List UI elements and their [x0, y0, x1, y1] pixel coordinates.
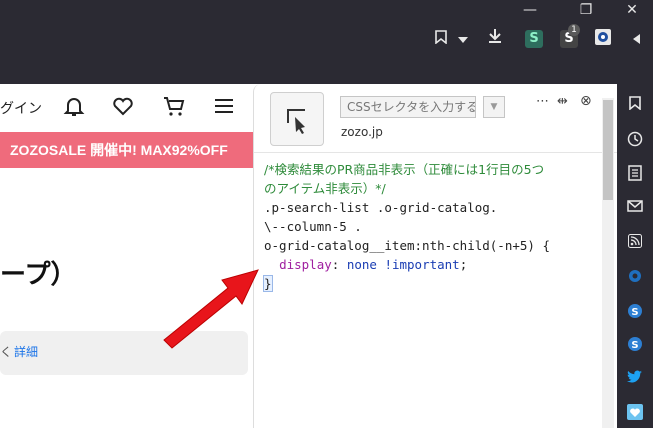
close-panel-icon[interactable]: ⊗	[580, 93, 592, 109]
code-comment-line-2: のアイテム非表示）*/	[264, 181, 386, 196]
code-selector-line-3: o-grid-catalog__item:nth-child(-n+5) {	[264, 238, 550, 253]
code-comment-line-1: /*検索結果のPR商品非表示（正確には1行目の5つ	[264, 162, 545, 177]
selector-dropdown[interactable]: ▼	[483, 96, 505, 118]
sidebar-toggle-icon[interactable]	[626, 28, 648, 50]
more-options-icon[interactable]: ⋯	[536, 94, 549, 109]
banner-text: ZOZOSALE 開催中! MAX92%OFF	[10, 142, 228, 158]
code-value: none	[346, 257, 377, 272]
history-icon[interactable]	[626, 131, 644, 149]
element-picker-button[interactable]	[270, 92, 324, 146]
browser-toolbar: — ❐ ✕ S S 1	[0, 0, 653, 84]
svg-text:S: S	[631, 307, 638, 318]
twitter-icon[interactable]	[626, 370, 644, 388]
extension-icon[interactable]	[592, 28, 614, 50]
code-selector-line-2: \--column-5 .	[264, 219, 362, 234]
notes-icon[interactable]	[626, 165, 644, 183]
code-selector-line-1: .p-search-list .o-grid-catalog.	[264, 200, 498, 215]
login-link[interactable]: グイン	[0, 98, 42, 118]
picker-cursor-icon	[287, 109, 305, 134]
app-s-icon[interactable]: S	[626, 303, 644, 321]
css-code-editor[interactable]: /*検索結果のPR商品非表示（正確には1行目の5つ のアイテム非表示）*/ .p…	[263, 160, 594, 293]
rss-icon[interactable]	[626, 234, 644, 252]
sale-banner[interactable]: ZOZOSALE 開催中! MAX92%OFF	[0, 132, 265, 168]
restore-button[interactable]: ❐	[566, 0, 606, 20]
mail-icon[interactable]	[626, 200, 644, 218]
download-icon[interactable]	[484, 28, 506, 50]
panel-divider	[254, 152, 618, 153]
heart-icon[interactable]	[111, 94, 135, 118]
resize-panel-icon[interactable]: ⇹	[557, 94, 568, 109]
bookmarks-icon[interactable]	[626, 96, 644, 114]
stylus-badge-count: 1	[568, 24, 580, 36]
svg-text:S: S	[631, 340, 638, 351]
close-window-button[interactable]: ✕	[612, 0, 652, 20]
minimize-button[interactable]: —	[510, 0, 550, 20]
info-text: く	[0, 345, 13, 359]
app-s2-icon[interactable]: S	[626, 336, 644, 354]
bookmark-icon[interactable]	[430, 28, 452, 50]
code-property: display	[279, 257, 332, 272]
code-important: !important	[384, 257, 460, 272]
page-headline: ープ）	[0, 260, 77, 290]
annotation-arrow	[163, 269, 259, 349]
stylus-icon[interactable]: S	[525, 30, 543, 48]
details-link[interactable]: 詳細	[14, 343, 38, 360]
cart-icon[interactable]	[162, 94, 186, 118]
settings-icon[interactable]	[626, 268, 644, 286]
stylus-panel: CSSセレクタを入力すると ▼ zozo.jp ⋯ ⇹ ⊗ /*検索結果のPR商…	[253, 84, 618, 428]
dropdown-icon[interactable]	[452, 28, 474, 50]
text-caret	[271, 275, 273, 290]
panel-scrollbar-thumb[interactable]	[603, 100, 613, 200]
css-selector-input[interactable]: CSSセレクタを入力すると	[340, 96, 476, 118]
menu-icon[interactable]	[212, 94, 236, 118]
browser-sidebar: S S	[617, 84, 653, 428]
bell-icon[interactable]	[62, 94, 86, 118]
heart-app-icon[interactable]	[626, 404, 644, 422]
domain-label: zozo.jp	[341, 125, 383, 139]
